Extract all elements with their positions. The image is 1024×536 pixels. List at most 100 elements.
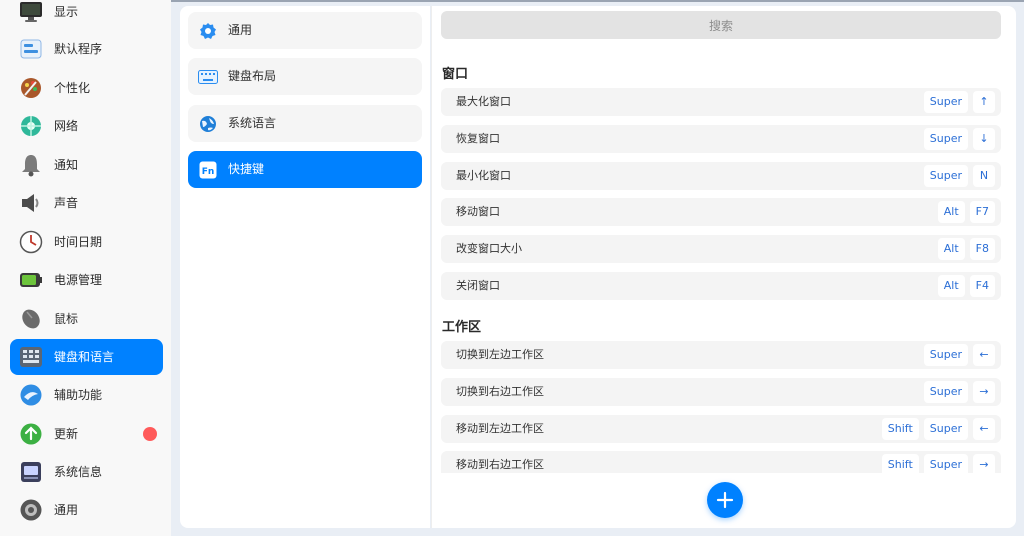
- key-cap: Alt: [937, 238, 965, 261]
- key-cap: Super: [923, 417, 968, 440]
- sidebar-item-label: 更新: [54, 427, 79, 441]
- sidebar-item-datetime[interactable]: 时间日期: [10, 224, 163, 260]
- shortcut-row[interactable]: 改变窗口大小 Alt F8: [441, 235, 1001, 264]
- sidebar-item-network[interactable]: 网络: [10, 108, 163, 144]
- shortcut-name: 最小化窗口: [456, 168, 511, 182]
- battery-icon: [19, 268, 43, 292]
- shortcut-name: 关闭窗口: [456, 279, 500, 292]
- sidebar-item-label: 声音: [54, 196, 79, 210]
- globe-icon: [198, 114, 218, 134]
- sidebar-item-label: 默认程序: [54, 42, 103, 56]
- subnav-item-system-language[interactable]: 系统语言: [188, 105, 422, 142]
- search-input[interactable]: 搜索: [441, 11, 1001, 39]
- shortcut-keys[interactable]: Alt F8: [937, 238, 995, 261]
- sidebar-item-label: 显示: [54, 5, 79, 19]
- shortcut-keys[interactable]: Alt F4: [937, 275, 995, 297]
- shortcut-keys[interactable]: Super →: [923, 380, 995, 403]
- sidebar-item-update[interactable]: 更新: [10, 416, 163, 452]
- sidebar-item-mouse[interactable]: 鼠标: [10, 301, 163, 337]
- subnav-item-keyboard-layout[interactable]: 键盘布局: [188, 58, 422, 95]
- sidebar-item-label: 鼠标: [54, 312, 79, 326]
- key-cap: Super: [923, 164, 968, 187]
- sidebar-item-power[interactable]: 电源管理: [10, 262, 163, 298]
- sidebar-item-accessibility[interactable]: 辅助功能: [10, 377, 163, 413]
- shortcut-row[interactable]: 恢复窗口 Super ↓: [441, 124, 1001, 153]
- key-cap: →: [973, 454, 995, 473]
- shortcut-row[interactable]: 最小化窗口 Super N: [441, 161, 1001, 190]
- sidebar-item-label: 辅助功能: [54, 388, 103, 402]
- shortcut-name: 最大化窗口: [456, 95, 511, 108]
- shortcut-row[interactable]: 切换到左边工作区 Super ←: [441, 341, 1001, 369]
- shortcut-name: 切换到右边工作区: [456, 384, 544, 398]
- sidebar-item-notification[interactable]: 通知: [10, 147, 163, 183]
- shortcut-row[interactable]: 切换到右边工作区 Super →: [441, 377, 1001, 406]
- key-cap: Alt: [937, 201, 965, 224]
- search-placeholder: 搜索: [708, 18, 733, 33]
- sidebar-item-keyboard-language[interactable]: 键盘和语言: [10, 339, 163, 375]
- key-cap: Super: [923, 344, 968, 366]
- shortcut-keys[interactable]: Alt F7: [937, 201, 995, 224]
- keyboard-icon: [19, 345, 43, 369]
- sidebar-item-personalization[interactable]: 个性化: [10, 70, 163, 106]
- key-cap: Super: [923, 380, 968, 403]
- subnav-item-shortcuts[interactable]: Fn 快捷键: [188, 151, 422, 188]
- section-title-workspace: 工作区: [442, 320, 482, 335]
- update-badge: [143, 427, 157, 441]
- key-cap: N: [973, 164, 995, 187]
- shortcut-name: 改变窗口大小: [456, 242, 522, 256]
- key-cap: Alt: [937, 275, 965, 297]
- key-cap: F7: [969, 201, 995, 224]
- shortcut-name: 移动到左边工作区: [456, 421, 544, 435]
- svg-text:Fn: Fn: [202, 167, 215, 177]
- key-cap: F8: [969, 238, 995, 261]
- key-cap: Super: [923, 454, 968, 473]
- sidebar-item-label: 网络: [54, 119, 79, 133]
- shortcut-name: 恢复窗口: [456, 131, 500, 145]
- sidebar-item-label: 电源管理: [54, 273, 103, 287]
- subnav-item-label: 键盘布局: [228, 69, 277, 83]
- sidebar-item-sound[interactable]: 声音: [10, 185, 163, 221]
- shortcut-row[interactable]: 移动窗口 Alt F7: [441, 198, 1001, 227]
- shortcut-keys[interactable]: Super N: [923, 164, 995, 187]
- key-cap: ←: [973, 417, 995, 440]
- key-cap: Super: [923, 127, 968, 150]
- network-icon: [19, 114, 43, 138]
- sidebar-item-label: 通知: [54, 158, 79, 172]
- key-cap: ↓: [973, 127, 995, 150]
- shortcut-row[interactable]: 移动到右边工作区 Shift Super →: [441, 451, 1001, 473]
- bell-icon: [19, 153, 43, 177]
- shortcut-keys[interactable]: Shift Super →: [881, 454, 995, 473]
- shortcut-keys[interactable]: Super ↑: [923, 91, 995, 113]
- subnav-item-general[interactable]: 通用: [188, 12, 422, 49]
- subnav-item-label: 系统语言: [228, 116, 277, 130]
- sidebar-item-default-apps[interactable]: 默认程序: [10, 31, 163, 67]
- shortcuts-panel: 搜索 窗口 最大化窗口 Super ↑ 恢复窗口 Super ↓ 最小化窗口 Super N 移动…: [431, 6, 1016, 528]
- key-cap: →: [973, 380, 995, 403]
- shortcut-row[interactable]: 最大化窗口 Super ↑: [441, 88, 1001, 116]
- shortcut-keys[interactable]: Super ←: [923, 344, 995, 366]
- sidebar-item-label: 通用: [54, 503, 79, 517]
- clock-icon: [19, 230, 43, 254]
- key-cap: Super: [923, 91, 968, 113]
- subnav-item-label: 通用: [228, 23, 253, 37]
- sidebar: 显示 默认程序 个性化 网络 通知 声音 时间日期 电源管理 鼠标 键盘和语言 …: [0, 0, 171, 536]
- shortcut-keys[interactable]: Super ↓: [923, 127, 995, 150]
- shortcut-row[interactable]: 关闭窗口 Alt F4: [441, 272, 1001, 300]
- key-cap: F4: [969, 275, 995, 297]
- shortcut-row[interactable]: 移动到左边工作区 Shift Super ←: [441, 414, 1001, 443]
- personalization-icon: [19, 76, 43, 100]
- sidebar-item-general[interactable]: 通用: [10, 492, 163, 528]
- key-cap: ↑: [973, 91, 995, 113]
- key-cap: ←: [973, 344, 995, 366]
- workspace-list[interactable]: 切换到左边工作区 Super ← 切换到右边工作区 Super → 移动到左边工作区 Shif…: [432, 341, 1016, 473]
- sidebar-item-label: 个性化: [54, 81, 91, 95]
- sidebar-item-display[interactable]: 显示: [10, 0, 163, 30]
- display-icon: [19, 0, 43, 24]
- general-icon: [19, 498, 43, 522]
- subnav-panel: 通用 键盘布局 系统语言 Fn 快捷键: [180, 6, 430, 528]
- shortcut-keys[interactable]: Shift Super ←: [881, 417, 995, 440]
- sidebar-item-system-info[interactable]: 系统信息: [10, 454, 163, 490]
- speaker-icon: [19, 191, 43, 215]
- add-shortcut-button[interactable]: [707, 482, 743, 518]
- key-cap: Shift: [881, 454, 919, 473]
